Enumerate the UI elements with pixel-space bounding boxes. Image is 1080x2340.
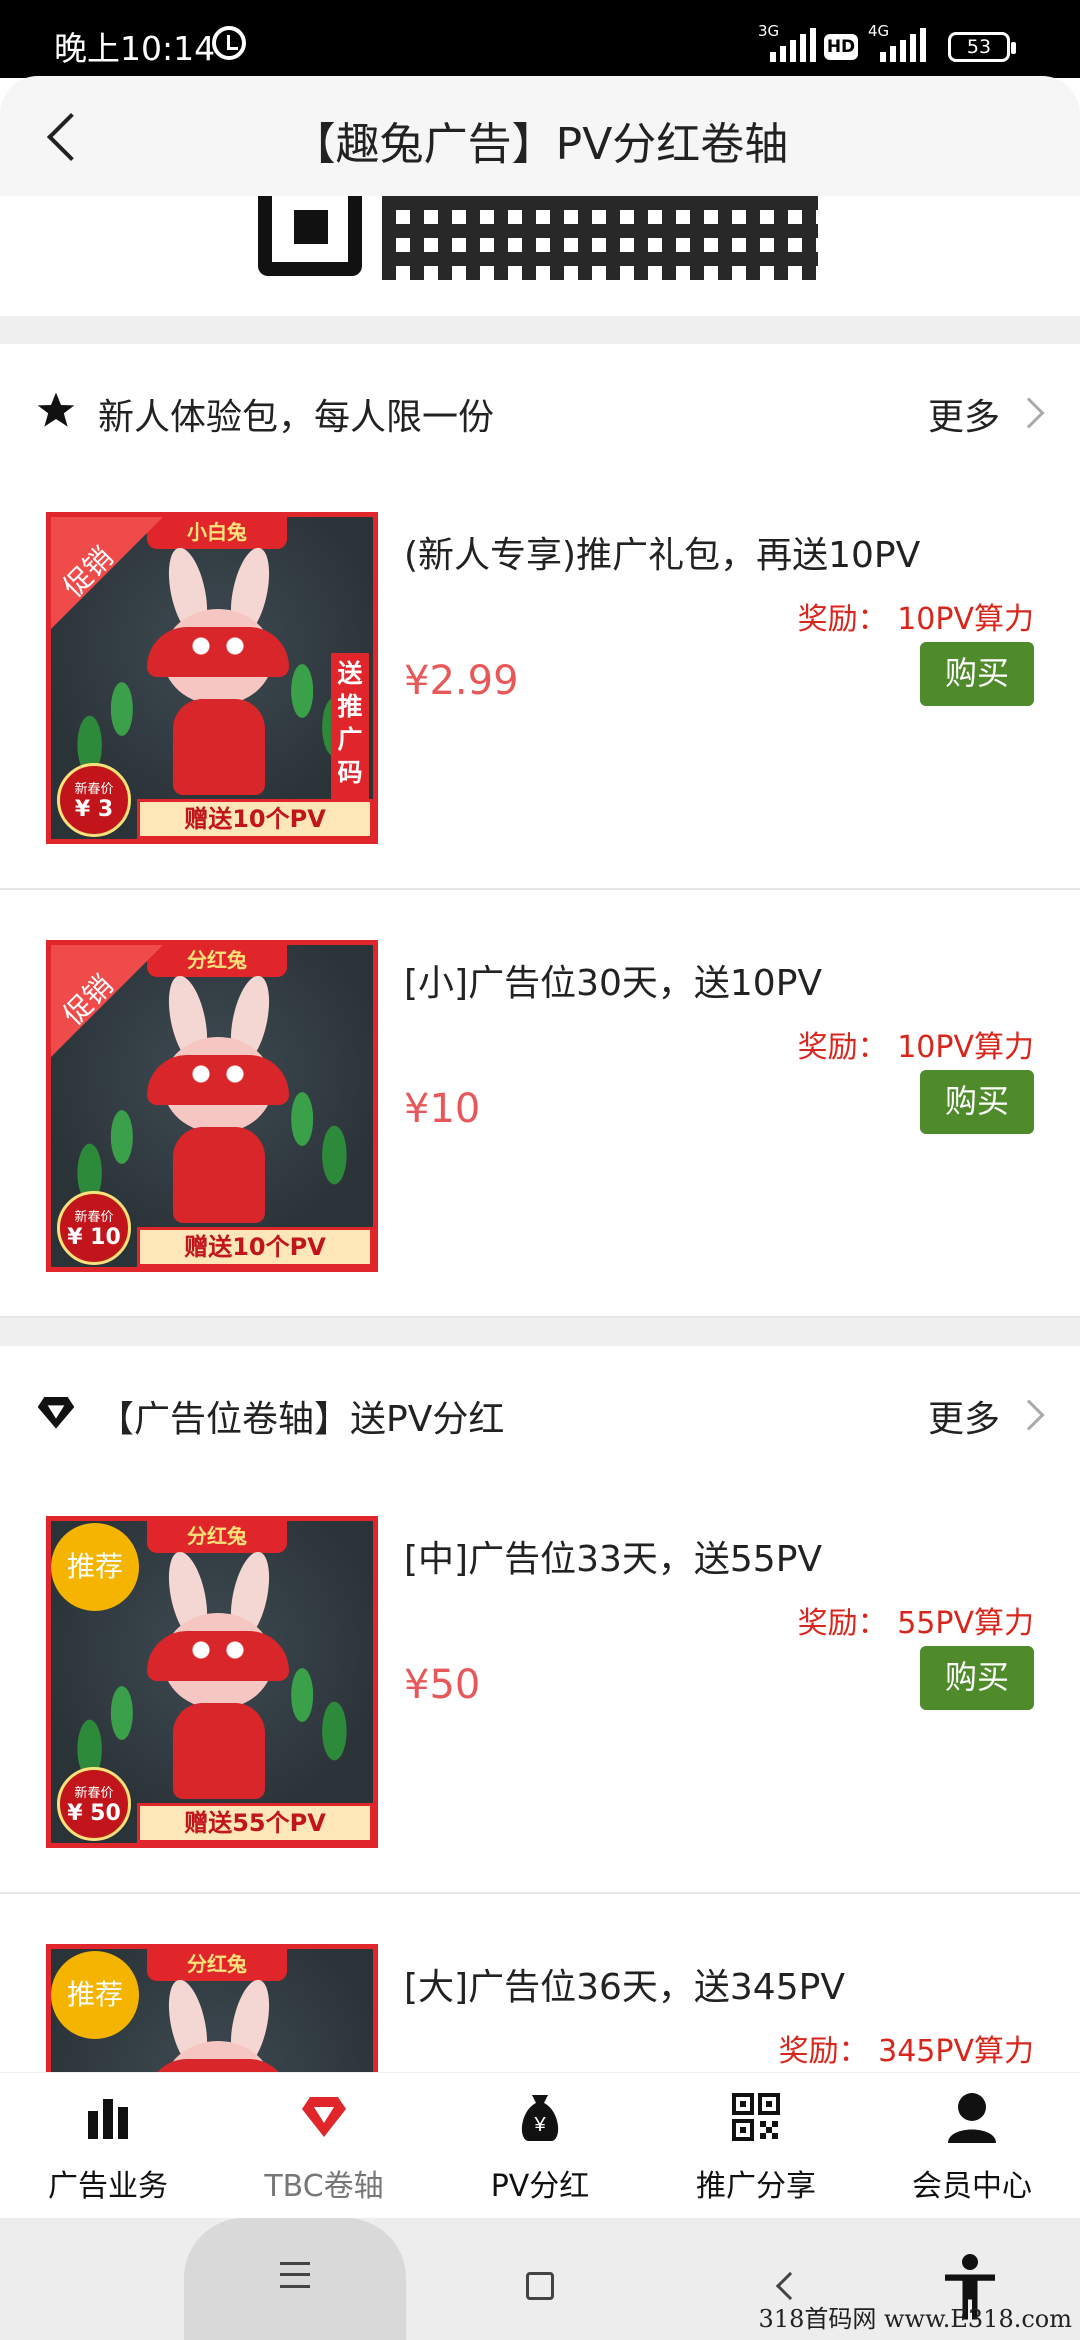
nav-item-ad-business[interactable]: 广告业务 <box>0 2073 216 2219</box>
buy-button[interactable]: 购买 <box>920 1070 1034 1134</box>
image-banner: 分红兔 <box>147 1521 287 1553</box>
product-title[interactable]: [小]广告位30天，送10PV <box>404 954 822 1006</box>
image-price-tag: 新春价 ¥ 10 <box>57 1191 131 1265</box>
product-image[interactable]: 小白兔 送推广码 赠送10个PV 新春价 ¥ 3 促销 <box>46 512 378 844</box>
buy-button[interactable]: 购买 <box>920 1646 1034 1710</box>
nav-label: 会员中心 <box>912 2169 1032 2204</box>
system-back-button[interactable] <box>775 2271 805 2301</box>
signal-icon-2: 4G <box>868 22 926 62</box>
diamond-icon <box>302 2097 346 2137</box>
product-card[interactable]: 分红兔 推荐 [大]广告位36天，送345PV 奖励： 345PV算力 <box>0 1894 1080 2072</box>
product-reward: 奖励： 10PV算力 <box>797 1030 1034 1065</box>
image-banner: 分红兔 <box>147 1949 287 1981</box>
image-price-tag: 新春价 ¥ 3 <box>57 763 131 837</box>
battery-icon: 53 <box>948 32 1016 62</box>
section-header-new-user: 新人体验包，每人限一份 更多 <box>0 344 1080 474</box>
money-bag-icon: ¥ <box>521 2095 559 2141</box>
alarm-icon <box>212 26 246 60</box>
product-reward: 奖励： 55PV算力 <box>797 1606 1034 1641</box>
section-divider <box>0 316 1080 344</box>
section-header-ad-scroll: 【广告位卷轴】送PV分红 更多 <box>0 1346 1080 1476</box>
hd-badge: HD <box>824 34 858 60</box>
product-price: ¥10 <box>404 1086 481 1132</box>
nav-item-promote-share[interactable]: 推广分享 <box>648 2073 864 2219</box>
network-type-1: 3G <box>758 22 780 40</box>
nav-label: TBC卷轴 <box>264 2169 384 2204</box>
buy-button[interactable]: 购买 <box>920 642 1034 706</box>
more-link[interactable]: 更多 <box>928 388 1000 440</box>
product-price: ¥2.99 <box>404 658 519 704</box>
product-title[interactable]: (新人专享)推广礼包，再送10PV <box>404 526 920 578</box>
product-image[interactable]: 分红兔 赠送55个PV 新春价 ¥ 50 推荐 <box>46 1516 378 1848</box>
qr-finder-pattern <box>258 196 362 276</box>
page-title: 【趣兔广告】PV分红卷轴 <box>291 119 789 170</box>
home-button[interactable] <box>526 2272 554 2300</box>
nav-label: 广告业务 <box>48 2169 168 2204</box>
qr-dots <box>382 196 818 280</box>
product-reward: 奖励： 10PV算力 <box>797 602 1034 637</box>
section-title: 【广告位卷轴】送PV分红 <box>98 1399 505 1440</box>
nav-item-member-center[interactable]: 会员中心 <box>864 2073 1080 2219</box>
image-banner: 小白兔 <box>147 517 287 549</box>
star-icon <box>37 392 75 427</box>
product-title[interactable]: [中]广告位33天，送55PV <box>404 1530 822 1582</box>
product-card[interactable]: 小白兔 送推广码 赠送10个PV 新春价 ¥ 3 促销 (新人专享)推广礼包，再… <box>0 462 1080 890</box>
menu-button[interactable] <box>184 2218 406 2340</box>
chevron-right-icon[interactable] <box>1013 1399 1045 1431</box>
menu-icon <box>280 2262 310 2288</box>
signal-icon: 3G <box>758 22 816 62</box>
section-title: 新人体验包，每人限一份 <box>98 397 495 438</box>
svg-text:¥: ¥ <box>533 2114 546 2136</box>
product-image[interactable]: 分红兔 推荐 <box>46 1944 378 2072</box>
image-bottom-banner: 赠送10个PV <box>137 799 373 839</box>
chevron-right-icon[interactable] <box>1013 397 1045 429</box>
status-bar: 晚上10:14 3G HD 4G 53 <box>0 0 1080 78</box>
bar-chart-icon <box>88 2099 128 2139</box>
system-nav-bar: 318首码网 www.E318.com <box>0 2218 1080 2340</box>
image-banner: 分红兔 <box>147 945 287 977</box>
network-type-2: 4G <box>868 22 890 40</box>
recommend-badge: 推荐 <box>51 1523 139 1611</box>
nav-item-pv-dividend[interactable]: ¥ PV分红 <box>432 2073 648 2219</box>
image-side-tag: 送推广码 <box>331 653 369 799</box>
section-divider <box>0 1318 1080 1346</box>
recommend-badge: 推荐 <box>51 1951 139 2039</box>
product-image[interactable]: 分红兔 赠送10个PV 新春价 ¥ 10 促销 <box>46 940 378 1272</box>
watermark: 318首码网 www.E318.com <box>758 2305 1072 2333</box>
image-price-tag: 新春价 ¥ 50 <box>57 1767 131 1841</box>
title-bar: 【趣兔广告】PV分红卷轴 <box>0 76 1080 196</box>
more-link[interactable]: 更多 <box>928 1390 1000 1442</box>
nav-label: 推广分享 <box>696 2169 816 2204</box>
diamond-icon <box>37 1397 75 1429</box>
product-card[interactable]: 分红兔 赠送55个PV 新春价 ¥ 50 推荐 [中]广告位33天，送55PV … <box>0 1466 1080 1894</box>
product-card[interactable]: 分红兔 赠送10个PV 新春价 ¥ 10 促销 [小]广告位30天，送10PV … <box>0 890 1080 1318</box>
person-icon <box>948 2093 996 2143</box>
image-bottom-banner: 赠送10个PV <box>137 1227 373 1267</box>
qr-code-icon <box>732 2093 780 2141</box>
nav-label: PV分红 <box>490 2169 590 2204</box>
product-reward: 奖励： 345PV算力 <box>778 2034 1034 2069</box>
product-price: ¥50 <box>404 1662 481 1708</box>
image-bottom-banner: 赠送55个PV <box>137 1803 373 1843</box>
nav-item-tbc-scroll[interactable]: TBC卷轴 <box>216 2073 432 2219</box>
bottom-nav: 广告业务 TBC卷轴 ¥ PV分红 推广分享 会员中心 <box>0 2072 1080 2218</box>
product-title[interactable]: [大]广告位36天，送345PV <box>404 1958 845 2010</box>
status-time: 晚上10:14 <box>54 29 216 68</box>
qr-code-image <box>0 196 1080 316</box>
